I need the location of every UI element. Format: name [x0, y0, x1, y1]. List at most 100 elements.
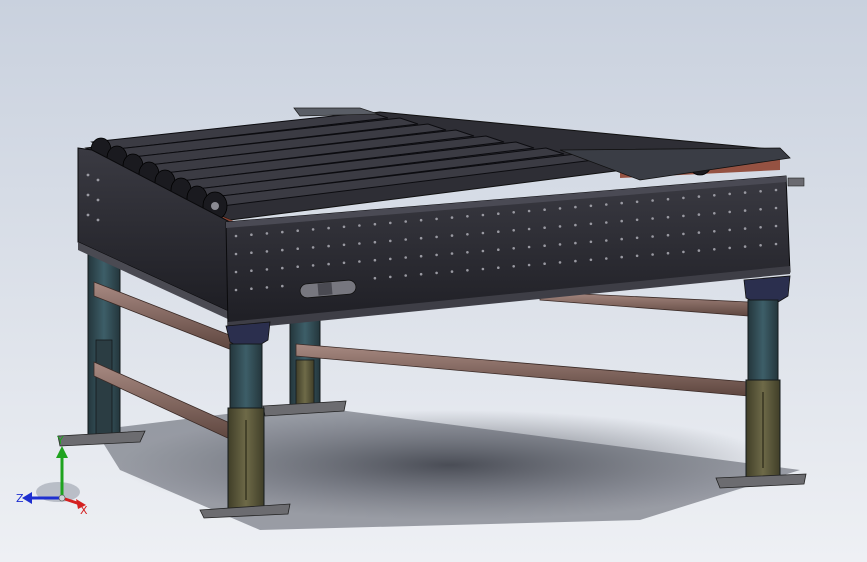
frame-hole: [435, 217, 438, 221]
frame-hole: [713, 230, 716, 233]
frame-hole: [574, 205, 577, 209]
x-axis-label: X: [80, 504, 88, 517]
frame-hole: [450, 270, 454, 273]
frame-hole: [250, 287, 253, 291]
frame-hole: [250, 233, 253, 236]
frame-hole: [466, 215, 469, 218]
frame-hole: [774, 242, 778, 246]
cad-model-view[interactable]: Y Z X: [0, 0, 867, 562]
frame-hole: [250, 251, 253, 254]
frame-hole: [589, 222, 593, 226]
frame-hole: [620, 237, 623, 241]
frame-hole: [450, 252, 454, 255]
frame-hole: [450, 216, 454, 219]
frame-hole: [774, 224, 778, 228]
frame-hole: [682, 250, 685, 254]
frame-hole: [512, 229, 515, 232]
y-axis-label: Y: [56, 434, 64, 447]
frame-hole: [512, 265, 515, 268]
frame-hole: [435, 271, 438, 275]
frame-hole: [651, 199, 654, 202]
frame-hole: [466, 233, 469, 236]
frame-hole: [373, 222, 377, 226]
frame-hole: [651, 235, 654, 238]
frame-hole: [697, 231, 701, 234]
frame-hole: [697, 195, 701, 198]
frame-hole: [389, 239, 392, 243]
frame-hole: [574, 241, 577, 245]
frame-hole: [481, 249, 485, 253]
frame-hole: [651, 217, 654, 220]
3d-viewport[interactable]: Y Z X: [0, 0, 867, 562]
frame-hole: [697, 213, 701, 216]
frame-hole: [311, 246, 315, 249]
frame-hole: [497, 266, 500, 270]
frame-hole: [543, 226, 546, 229]
frame-hole: [404, 256, 408, 259]
frame-hole: [651, 253, 654, 256]
frame-hole: [620, 255, 623, 259]
frame-hole: [281, 248, 284, 252]
frame-hole: [666, 233, 670, 237]
frame-hole: [774, 206, 778, 210]
frame-hole: [713, 248, 716, 251]
z-axis-label: Z: [16, 492, 24, 505]
frame-hole: [281, 266, 284, 270]
frame-hole: [342, 225, 346, 229]
frame-hole: [605, 257, 608, 260]
frame-hole: [327, 244, 330, 248]
frame-hole: [635, 254, 639, 258]
frame-hole: [497, 248, 500, 251]
frame-hole: [497, 230, 500, 233]
frame-hole: [234, 270, 238, 274]
frame-hole: [373, 240, 377, 244]
frame-hole: [265, 268, 269, 271]
frame-hole: [358, 260, 361, 263]
frame-hole: [620, 219, 623, 223]
frame-hole: [543, 208, 546, 211]
frame-hole: [234, 288, 238, 292]
frame-hole: [234, 234, 238, 238]
frame-hole: [743, 191, 747, 194]
frame-hole: [527, 227, 531, 231]
frame-hole: [481, 213, 485, 217]
frame-hole: [589, 204, 593, 208]
frame-hole: [713, 194, 716, 197]
frame-hole: [635, 218, 639, 222]
frame-hole: [666, 251, 670, 255]
frame-hole: [481, 267, 485, 271]
frame-hole: [450, 234, 454, 237]
frame-hole: [666, 215, 670, 219]
frame-hole: [373, 258, 377, 262]
frame-hole: [296, 247, 300, 250]
frame-hole: [558, 225, 562, 228]
frame-hole: [342, 243, 346, 247]
frame-hole: [728, 210, 731, 214]
frame-hole: [296, 265, 300, 269]
frame-hole: [558, 207, 562, 210]
frame-hole: [527, 245, 531, 249]
frame-hole: [250, 269, 253, 273]
frame-hole: [234, 252, 238, 256]
frame-hole: [589, 258, 593, 262]
frame-hole: [713, 212, 716, 215]
frame-hole: [743, 245, 747, 248]
frame-hole: [265, 250, 269, 253]
frame-hole: [574, 223, 577, 227]
frame-hole: [743, 227, 747, 230]
frame-hole: [497, 212, 500, 215]
frame-hole: [635, 200, 639, 204]
frame-hole: [728, 228, 731, 232]
frame-hole: [281, 230, 284, 234]
frame-hole: [543, 262, 546, 266]
frame-hole: [774, 188, 778, 192]
frame-hole: [419, 254, 423, 258]
frame-hole: [389, 257, 392, 261]
frame-hole: [435, 235, 438, 239]
frame-hole: [435, 253, 438, 257]
frame-hole: [466, 251, 469, 254]
frame-hole: [543, 244, 546, 247]
frame-hole: [574, 259, 577, 263]
frame-hole: [743, 209, 747, 212]
frame-hole: [605, 221, 608, 224]
